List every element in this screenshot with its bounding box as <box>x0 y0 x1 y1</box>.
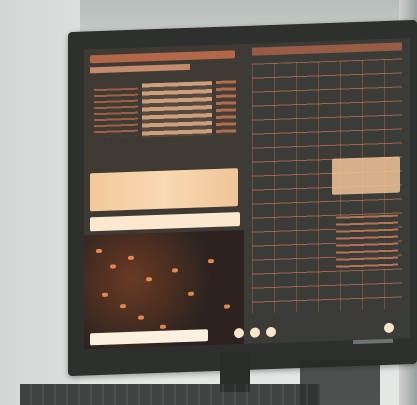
keyboard <box>20 384 320 405</box>
bright-speck <box>96 248 102 254</box>
bright-speck <box>224 304 230 309</box>
screen-left-pane <box>84 43 244 350</box>
bright-bar <box>90 212 240 232</box>
screen-right-pane <box>246 38 410 344</box>
blurred-right-list <box>336 214 398 271</box>
bright-speck <box>138 315 144 320</box>
bright-panel <box>90 168 238 212</box>
blurred-subheader <box>90 63 190 74</box>
bright-speck <box>102 292 108 297</box>
bright-speck <box>160 324 166 329</box>
blurred-menu-bar <box>90 50 235 64</box>
monitor-brand-mark <box>353 338 393 345</box>
monitor <box>68 19 417 377</box>
bright-right-block <box>332 156 400 195</box>
blurred-side-block <box>216 80 236 135</box>
blurred-text-lines <box>94 87 138 138</box>
blurred-content-block <box>142 81 212 138</box>
bright-speck <box>146 277 152 282</box>
bright-speck <box>110 264 116 269</box>
photo-scene <box>0 0 417 405</box>
bright-speck <box>128 255 134 260</box>
blurred-right-header <box>252 42 402 56</box>
bright-speck <box>172 268 178 273</box>
bright-speck <box>120 304 126 309</box>
bright-speck <box>188 291 194 296</box>
monitor-screen <box>84 38 410 350</box>
bright-speck <box>208 258 214 264</box>
